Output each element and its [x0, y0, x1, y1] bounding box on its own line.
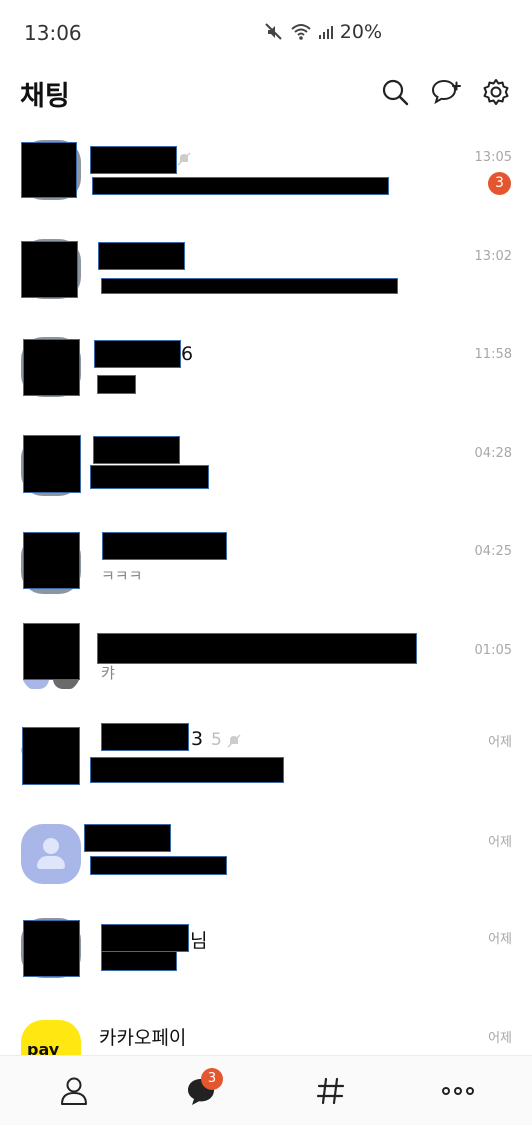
redacted-preview [92, 177, 389, 195]
page-title: 채팅 [20, 81, 70, 112]
redacted-preview [101, 951, 177, 971]
redacted-name [98, 241, 185, 270]
chat-time: 어제 [488, 834, 512, 850]
chat-list: 13:05 3 13:02 6 11:58 04:28 ㅋㅋㅋ 04:25 캬 … [0, 124, 532, 1109]
chat-row[interactable]: 캬 01:05 [0, 617, 532, 716]
header: 채팅 [0, 64, 532, 124]
chat-time: 11:58 [474, 347, 512, 362]
chat-row[interactable]: 13:02 [0, 223, 532, 322]
chat-time: 13:05 [474, 150, 512, 165]
search-icon[interactable] [380, 77, 410, 107]
redacted-name [102, 532, 227, 560]
mute-icon [227, 734, 241, 748]
redacted-name [84, 823, 171, 852]
redacted-name [101, 924, 189, 952]
new-chat-icon[interactable] [431, 77, 461, 107]
redacted-avatar [23, 339, 80, 396]
chat-time: 04:25 [474, 544, 512, 559]
redacted-name [101, 723, 189, 751]
mute-status-icon [265, 23, 282, 40]
status-indicators: 20% [264, 21, 382, 43]
mute-icon [177, 152, 191, 166]
chat-name: 3 [191, 728, 204, 750]
redacted-avatar [23, 920, 80, 977]
chats-unread-badge: 3 [201, 1068, 223, 1090]
chat-time: 어제 [488, 1030, 512, 1046]
redacted-name [94, 340, 181, 368]
chat-time: 어제 [488, 735, 512, 750]
chat-time: 어제 [488, 932, 512, 947]
chat-preview: 캬 [101, 663, 115, 682]
chat-row[interactable]: 04:28 [0, 420, 532, 519]
chat-preview: ㅋㅋㅋ [101, 567, 143, 585]
chat-time: 13:02 [474, 248, 512, 264]
bottom-nav: 3 [0, 1055, 532, 1125]
unread-badge: 3 [488, 172, 511, 195]
redacted-preview [90, 855, 227, 875]
redacted-avatar [23, 622, 80, 680]
redacted-avatar [23, 532, 80, 589]
chat-name: 6 [181, 343, 194, 365]
wifi-icon [291, 24, 311, 40]
default-profile-avatar [21, 823, 81, 884]
redacted-preview [101, 277, 398, 294]
chat-name: 님 [190, 930, 208, 952]
chat-row[interactable]: ㅋㅋㅋ 04:25 [0, 518, 532, 617]
settings-icon[interactable] [481, 77, 511, 107]
chat-row[interactable]: 6 11:58 [0, 321, 532, 420]
redacted-name [97, 632, 417, 664]
chat-time: 04:28 [474, 445, 512, 461]
friends-icon[interactable] [57, 1074, 91, 1108]
chat-row[interactable]: 어제 [0, 814, 532, 913]
redacted-avatar [21, 142, 77, 198]
chat-row[interactable]: 13:05 3 [0, 124, 532, 223]
redacted-name [93, 435, 180, 464]
redacted-avatar [22, 727, 80, 785]
redacted-avatar [21, 240, 78, 298]
chat-list-screen: 13:06 20% 채팅 13:05 3 13:02 6 11:58 04:28… [0, 0, 532, 1125]
signal-icon [318, 26, 333, 39]
redacted-avatar [23, 434, 81, 493]
redacted-name [90, 146, 177, 174]
chat-name: 카카오페이 [99, 1026, 187, 1049]
more-icon[interactable] [441, 1074, 475, 1108]
chat-time: 01:05 [474, 642, 512, 658]
chat-row[interactable]: 3 5 어제 [0, 715, 532, 814]
redacted-preview [97, 375, 136, 394]
member-count: 5 [211, 730, 222, 750]
redacted-preview [90, 464, 209, 489]
person-icon [43, 837, 59, 854]
battery-level: 20% [339, 21, 382, 43]
openchat-icon[interactable] [314, 1074, 348, 1108]
redacted-preview [90, 757, 284, 783]
status-bar: 13:06 20% [0, 0, 532, 64]
chat-row[interactable]: 님 어제 [0, 912, 532, 1011]
status-time: 13:06 [24, 21, 82, 45]
